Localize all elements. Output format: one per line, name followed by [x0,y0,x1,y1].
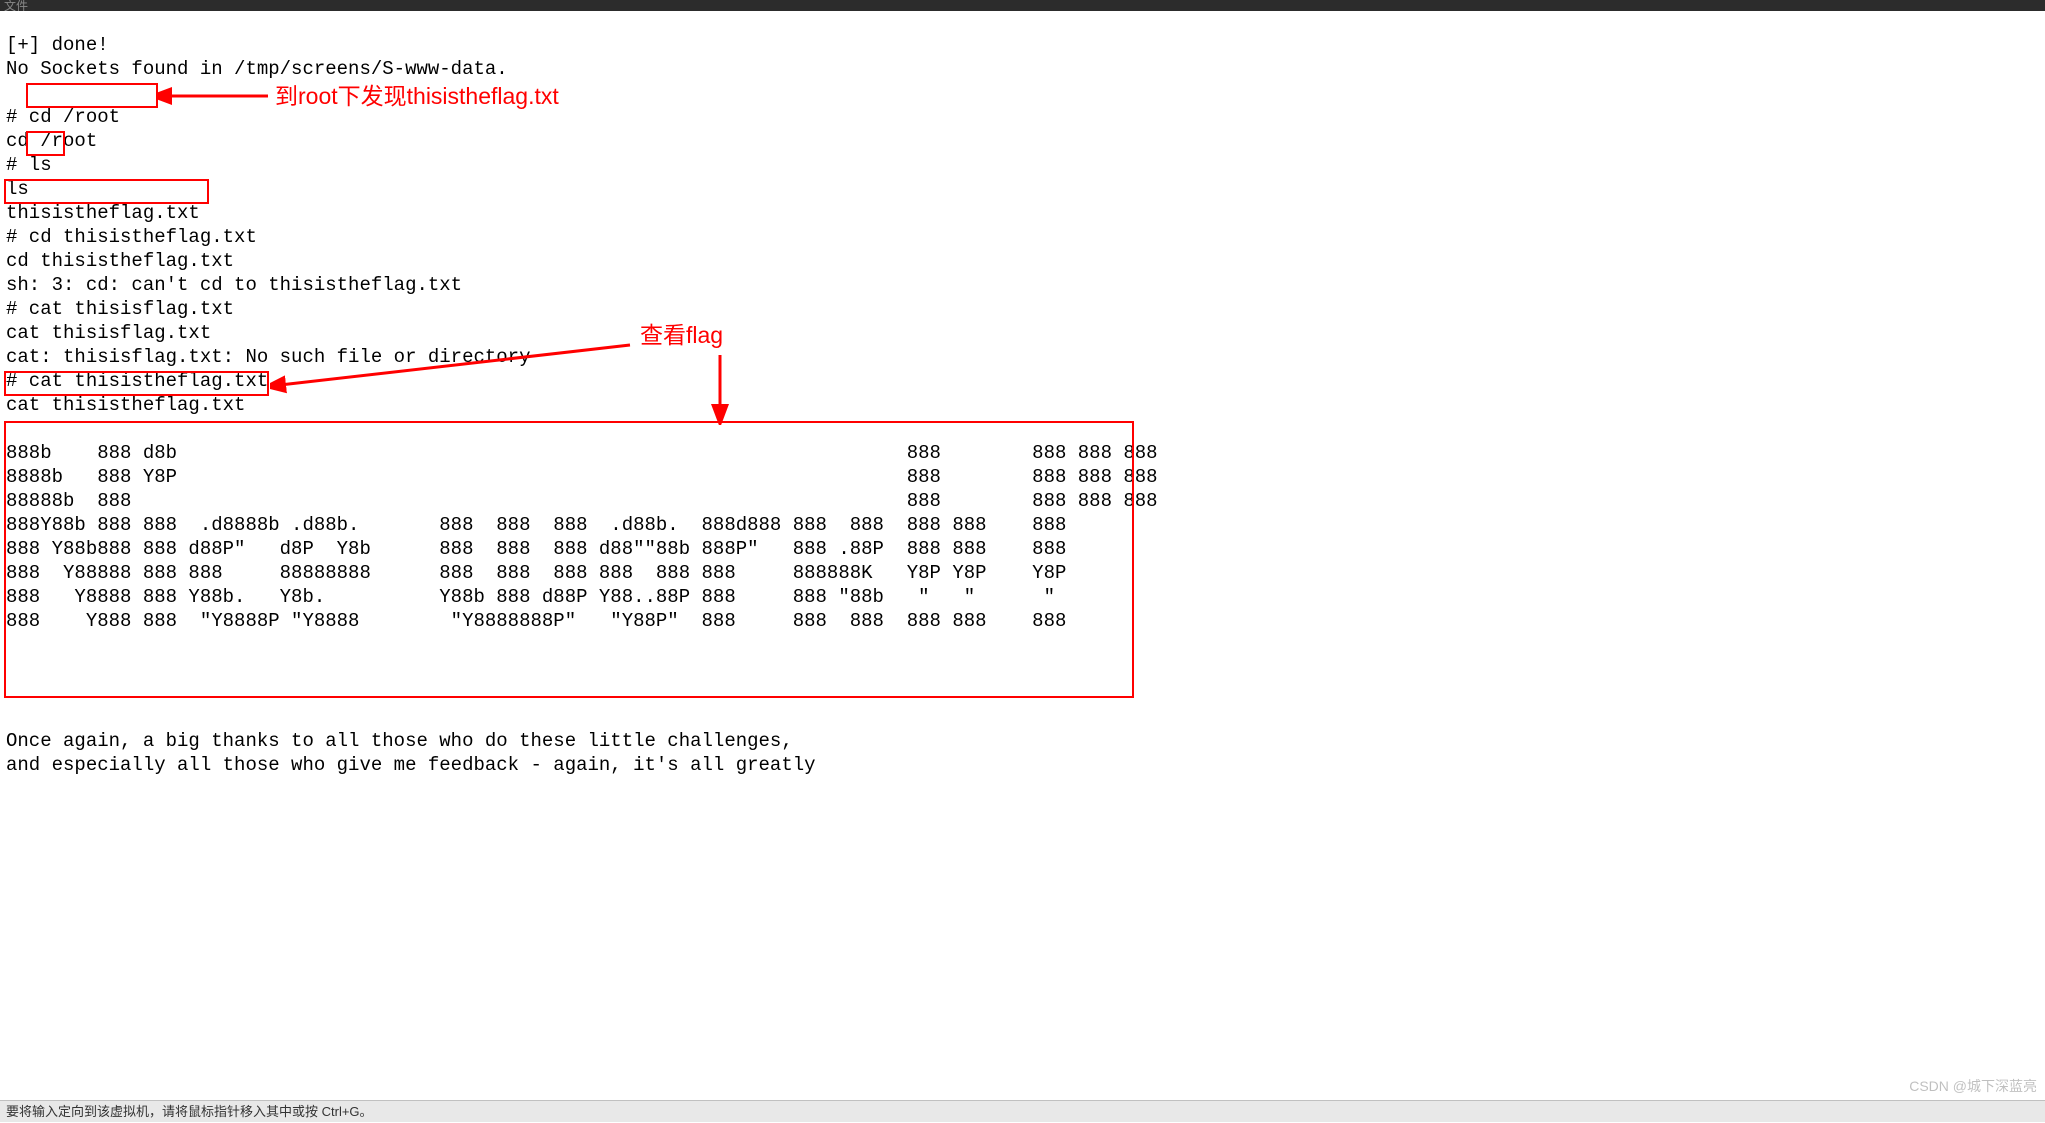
term-line: # cd /root [6,106,120,128]
highlight-ls [26,131,65,156]
statusbar-text: 要将输入定向到该虚拟机，请将鼠标指针移入其中或按 Ctrl+G。 [6,1104,373,1119]
menubar-items: 文件 [4,0,28,11]
term-line: # ls [6,154,52,176]
watermark-csdn: CSDN @城下深蓝亮 [1909,1074,2037,1098]
term-line: [+] done! [6,34,109,56]
highlight-ascii-flag [4,421,1134,698]
term-line: thisistheflag.txt [6,202,200,224]
highlight-flagfile [4,179,209,204]
term-line: # cat thisisflag.txt [6,298,234,320]
window-menubar: 文件 [0,0,2045,11]
term-line: No Sockets found in /tmp/screens/S-www-d… [6,58,508,80]
vmware-statusbar: 要将输入定向到该虚拟机，请将鼠标指针移入其中或按 Ctrl+G。 [0,1100,2045,1122]
term-line: # cd thisistheflag.txt [6,226,257,248]
term-line: Once again, a big thanks to all those wh… [6,730,793,752]
term-line: cat thisistheflag.txt [6,394,245,416]
term-line: sh: 3: cd: can't cd to thisistheflag.txt [6,274,462,296]
term-line: cat: thisisflag.txt: No such file or dir… [6,346,531,368]
annotation-root-flag: 到root下发现thisistheflag.txt [275,83,559,109]
highlight-cat-cmd [4,371,269,396]
annotation-view-flag: 查看flag [640,322,723,348]
term-line: cd thisistheflag.txt [6,250,234,272]
highlight-cd-root [26,83,158,108]
term-line: cat thisisflag.txt [6,322,211,344]
term-line: and especially all those who give me fee… [6,754,816,776]
